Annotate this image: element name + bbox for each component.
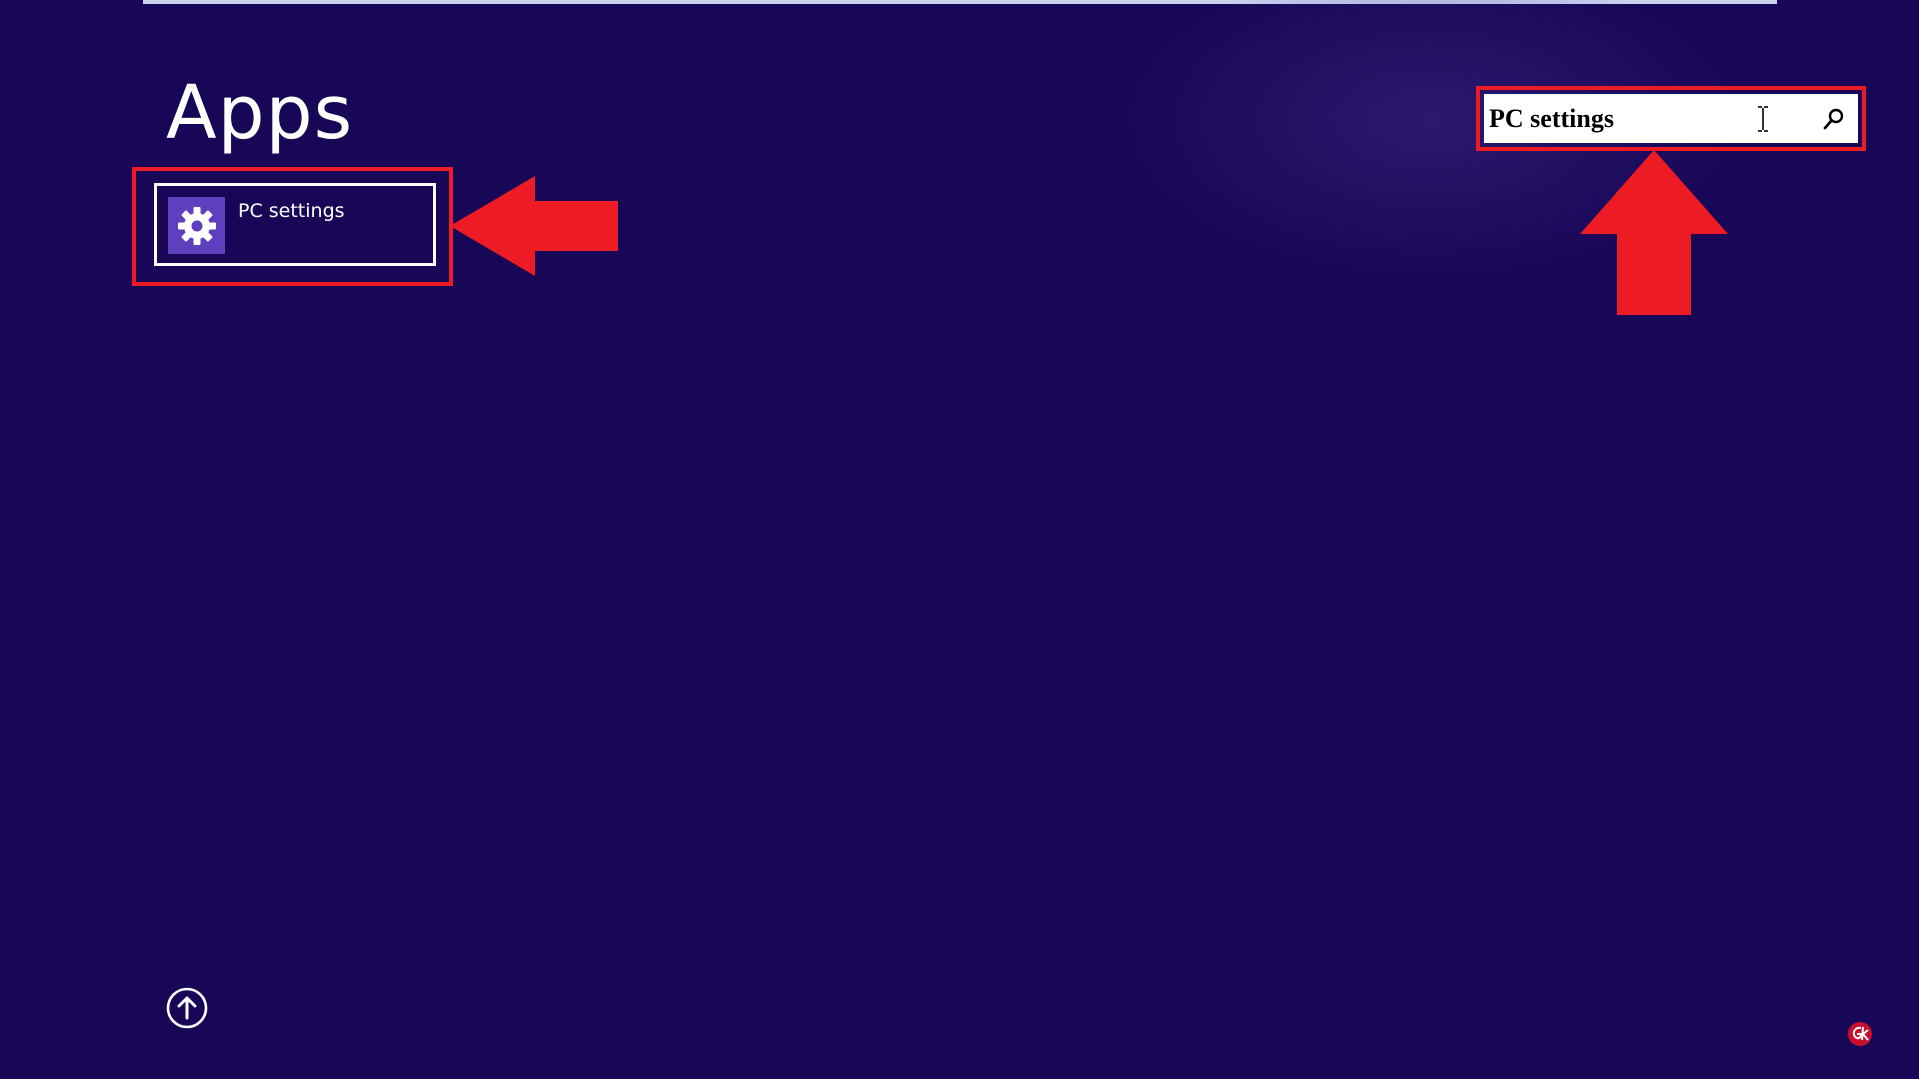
arrow-up-circle-icon (166, 987, 208, 1029)
search-button[interactable] (1819, 104, 1849, 134)
search-input[interactable] (1489, 95, 1759, 142)
up-pointing-arrow (1580, 150, 1728, 315)
text-cursor-icon (1758, 106, 1768, 132)
scroll-up-button[interactable] (166, 987, 208, 1029)
search-box (1484, 94, 1858, 143)
search-icon (1823, 108, 1844, 130)
page-title: Apps (166, 70, 354, 156)
app-tile-label: PC settings (238, 200, 345, 222)
left-pointing-arrow (450, 176, 618, 276)
watermark-logo (1848, 1022, 1872, 1046)
gear-icon (168, 197, 225, 254)
app-tile-pc-settings[interactable]: PC settings (154, 183, 436, 266)
